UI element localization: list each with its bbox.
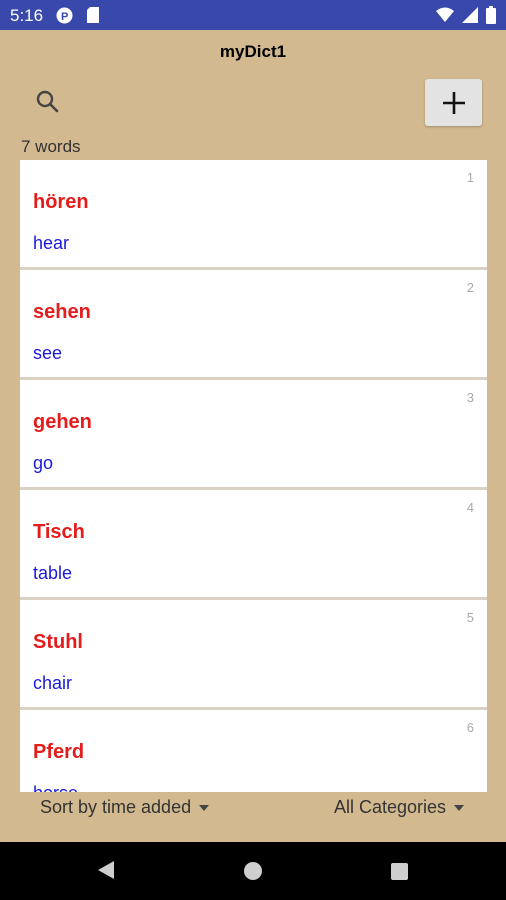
word-index: 5 [466,610,474,625]
notification-p-icon: P [56,7,73,29]
page-title: myDict1 [219,42,287,61]
word-meaning: chair [33,673,73,693]
svg-text:P: P [61,11,68,23]
recent-apps-icon[interactable] [391,863,408,880]
home-icon[interactable] [244,862,262,880]
word-term: Stuhl [33,631,83,653]
status-bar: 5:16 P [0,0,506,30]
wifi-icon [436,7,454,28]
word-meaning: hear [33,233,70,253]
word-card[interactable]: 5 Stuhl chair [20,600,487,710]
search-icon [36,90,59,113]
word-index: 2 [466,280,474,295]
word-index: 3 [466,390,474,405]
word-term: sehen [33,301,91,323]
status-time: 5:16 [10,6,44,25]
word-card[interactable]: 6 Pferd horse [20,710,487,792]
category-label: All Categories [333,797,446,817]
word-term: hören [33,191,89,213]
word-term: Tisch [33,521,85,543]
word-index: 1 [466,170,474,185]
word-index: 6 [466,720,474,735]
word-meaning: see [33,343,63,363]
sort-dropdown[interactable]: Sort by time added [40,797,210,818]
word-index: 4 [466,500,474,515]
word-meaning: horse [33,783,78,792]
battery-icon [486,6,496,29]
navigation-bar [0,842,506,900]
word-list[interactable]: 1 hören hear 2 sehen see 3 gehen go 4 Ti… [20,160,487,792]
search-button[interactable] [34,88,64,118]
word-term: Pferd [33,741,85,763]
word-count: 7 words [21,137,81,156]
plus-icon [442,91,465,114]
word-card[interactable]: 1 hören hear [20,160,487,270]
add-word-button[interactable] [425,79,482,126]
word-term: gehen [33,411,92,433]
category-dropdown[interactable]: All Categories [334,797,464,818]
sd-card-icon [86,7,100,29]
word-card[interactable]: 2 sehen see [20,270,487,380]
dropdown-arrow-icon [199,804,210,811]
word-card[interactable]: 4 Tisch table [20,490,487,600]
sort-label: Sort by time added [40,797,192,817]
status-icons [436,6,496,29]
signal-icon [462,7,478,28]
dropdown-arrow-icon [454,804,464,811]
word-meaning: go [33,453,54,473]
back-icon[interactable] [97,860,115,885]
word-meaning: table [33,563,73,583]
word-card[interactable]: 3 gehen go [20,380,487,490]
